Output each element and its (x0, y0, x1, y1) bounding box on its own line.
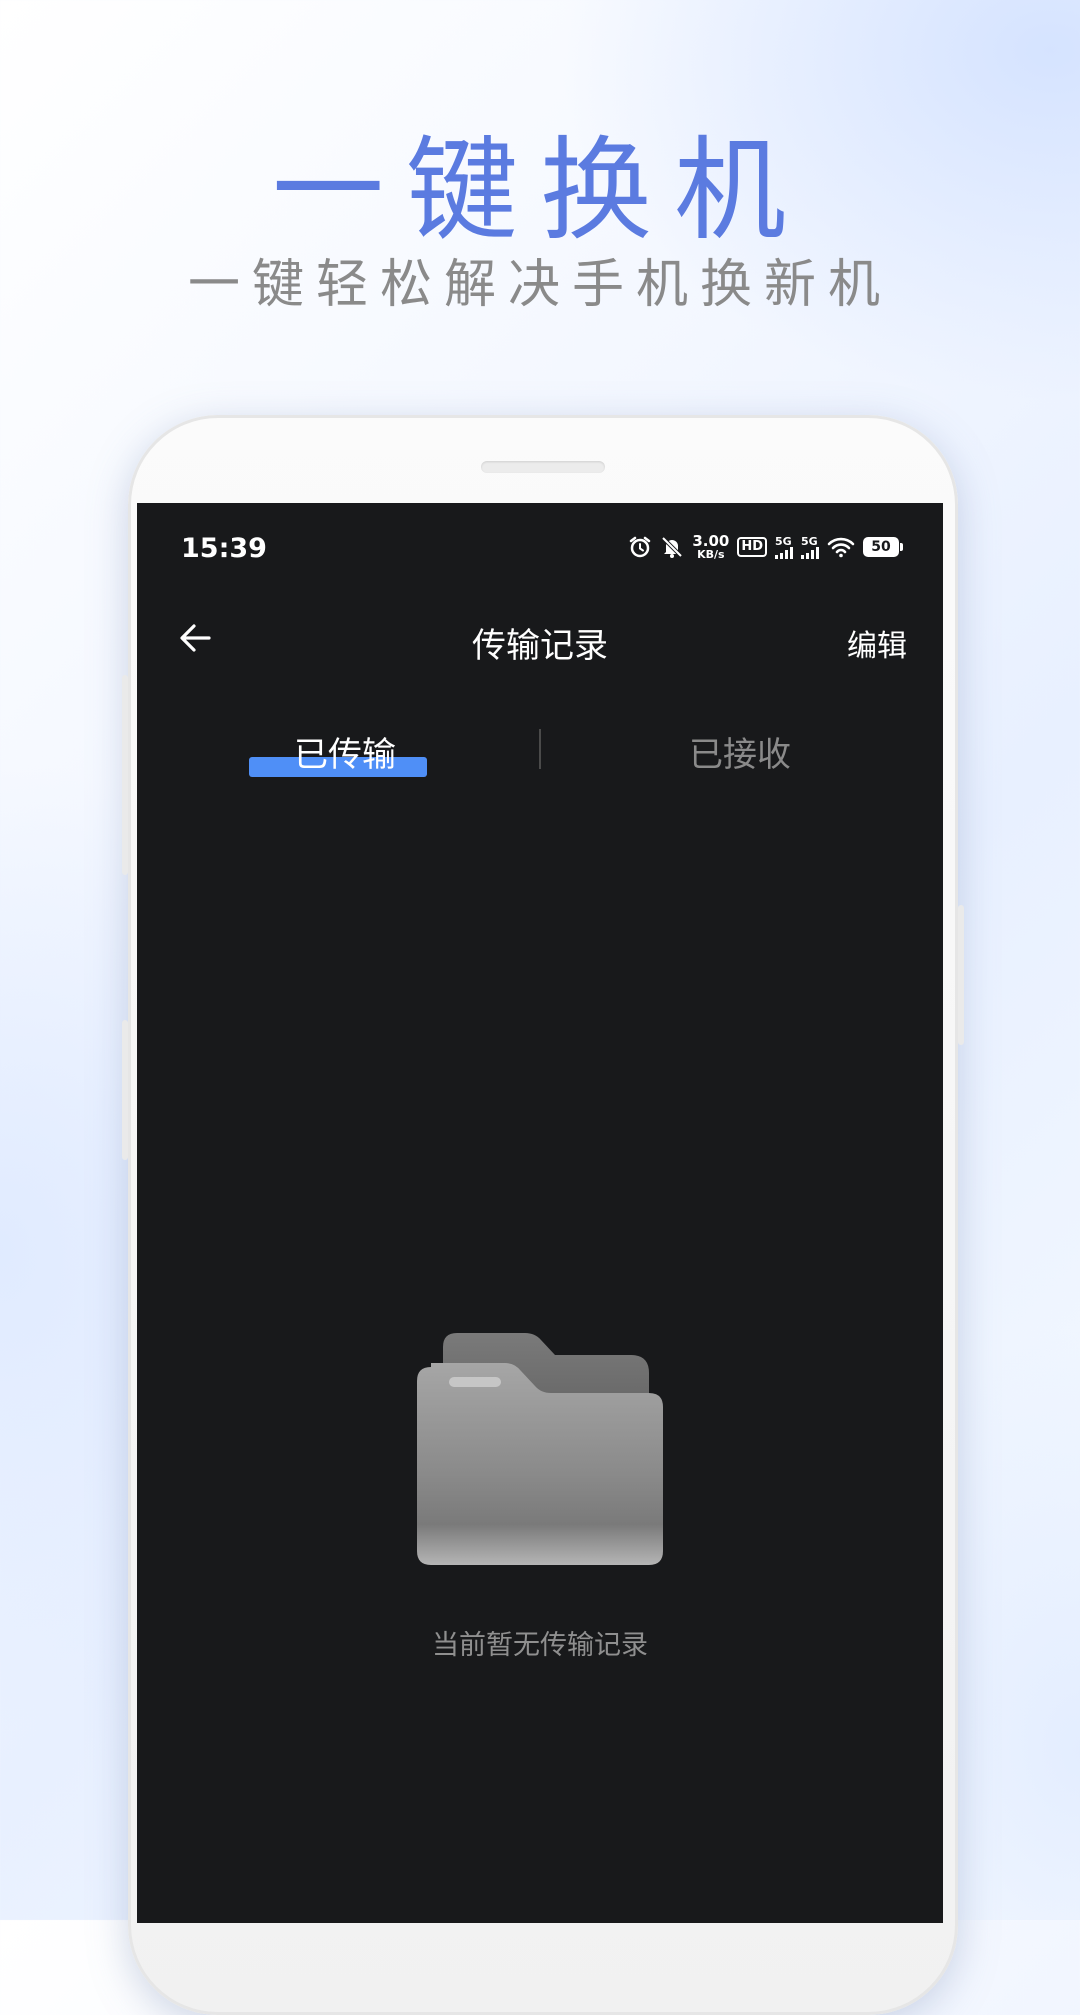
phone-side-button (122, 1020, 128, 1160)
phone-side-button (958, 905, 964, 1045)
phone-frame: 15:39 3.00 KB/s HD 5G 5G 50 传输记录 编辑 已传输 … (122, 415, 964, 2015)
promo-headline: 一键换机 (272, 126, 808, 256)
network-speed: 3.00 KB/s (692, 532, 730, 561)
status-icons: 3.00 KB/s HD 5G 5G 50 (628, 529, 903, 565)
signal-label: 5G (775, 534, 792, 548)
network-speed-value: 3.00 (692, 532, 730, 550)
signal-icon: 5G (801, 536, 819, 559)
empty-state-message: 当前暂无传输记录 (432, 1630, 648, 1661)
tab-sent-label: 已传输 (294, 735, 396, 775)
tab-divider (539, 729, 541, 769)
mute-bell-icon (660, 535, 684, 559)
wifi-icon (827, 536, 855, 558)
network-speed-unit: KB/s (697, 548, 725, 561)
tab-received[interactable]: 已接收 (610, 725, 870, 785)
hd-voice-icon: HD (737, 537, 767, 557)
tab-sent[interactable]: 已传输 (215, 725, 475, 785)
promo-subline: 一键轻松解决手机换新机 (187, 255, 892, 315)
status-time: 15:39 (181, 533, 267, 564)
app-screen: 15:39 3.00 KB/s HD 5G 5G 50 传输记录 编辑 已传输 … (137, 503, 943, 1923)
phone-speaker (481, 461, 605, 473)
tab-received-label: 已接收 (689, 735, 791, 775)
phone-side-button (122, 675, 128, 875)
edit-button[interactable]: 编辑 (847, 621, 907, 665)
signal-icon: 5G (775, 536, 793, 559)
battery-icon: 50 (863, 537, 903, 557)
alarm-icon (628, 535, 652, 559)
page-title: 传输记录 (472, 626, 608, 666)
signal-label: 5G (801, 534, 818, 548)
empty-folder-icon (417, 1333, 663, 1611)
